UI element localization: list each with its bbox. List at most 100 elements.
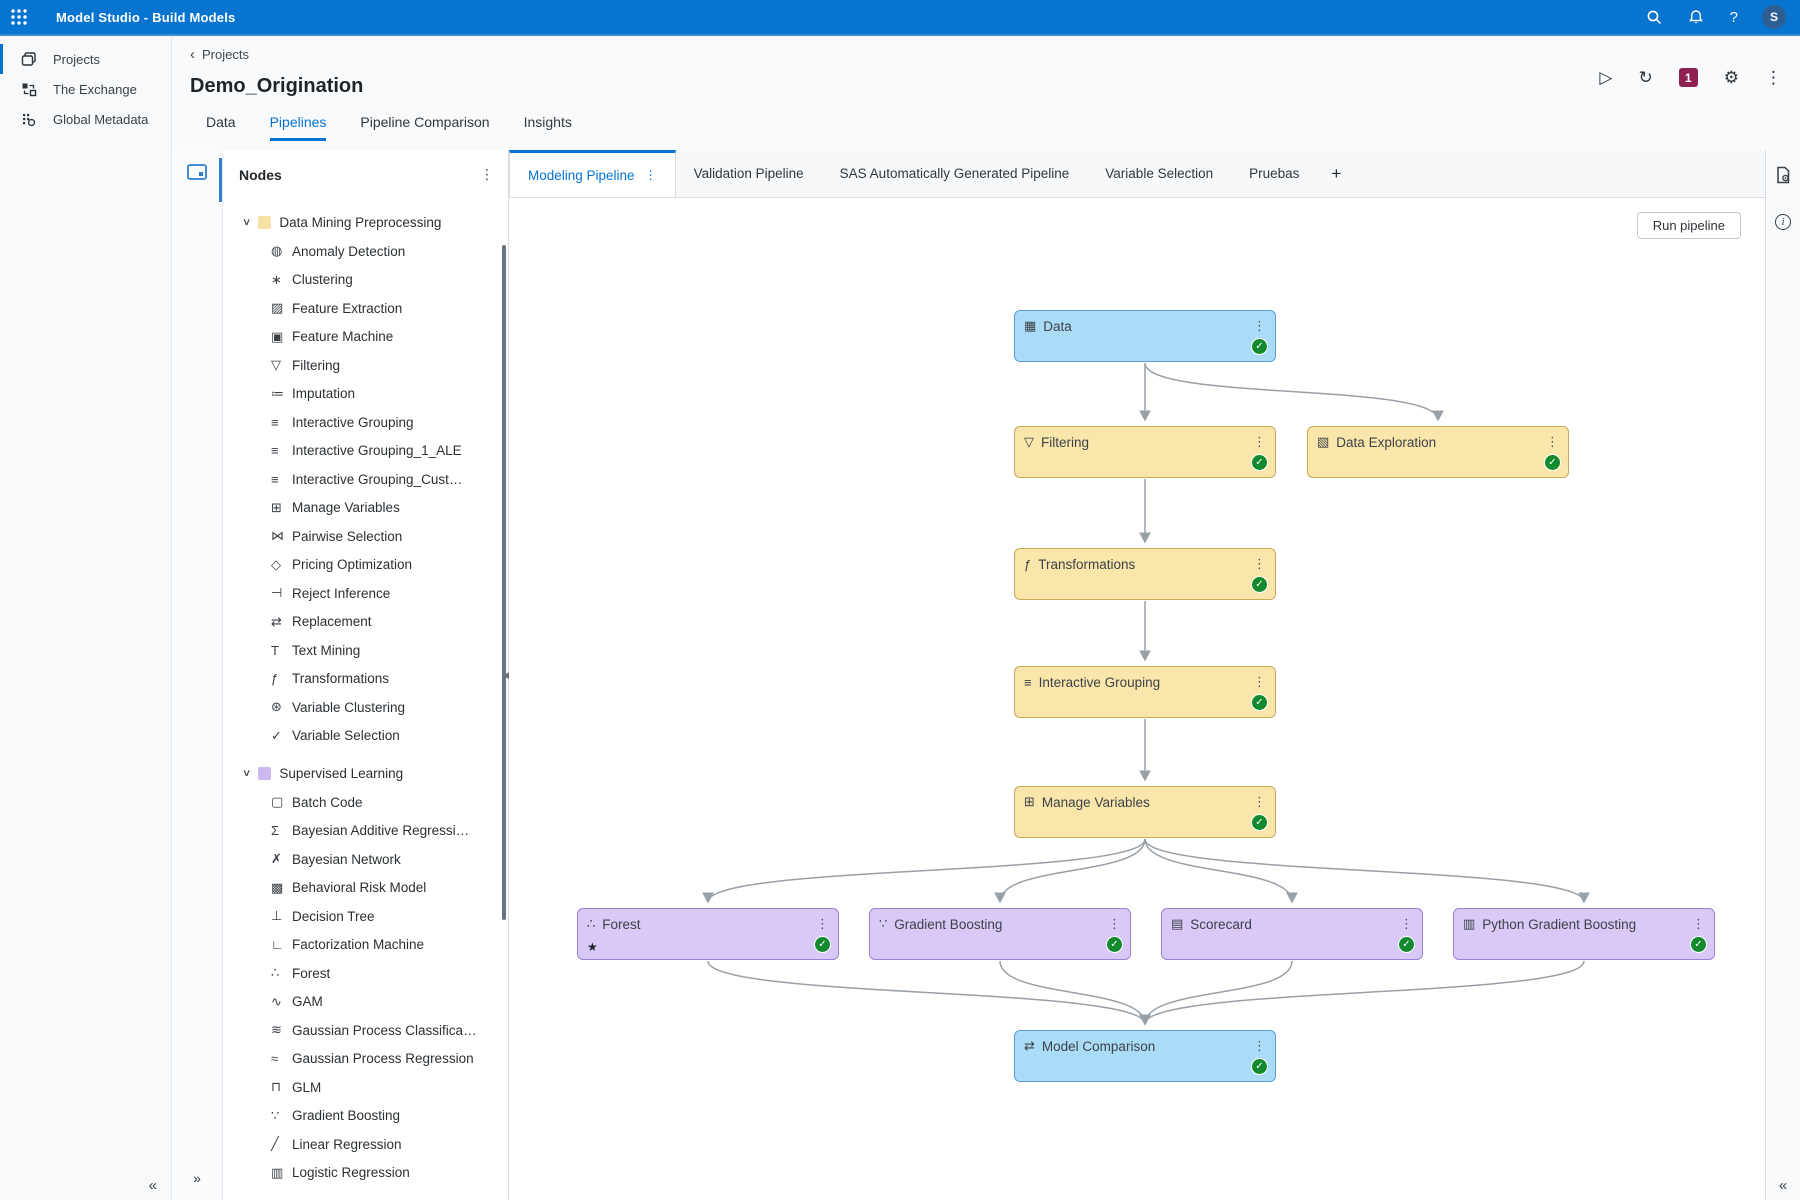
node-list-item[interactable]: ▨Feature Extraction: [243, 294, 508, 323]
tab-pipeline-comparison[interactable]: Pipeline Comparison: [360, 114, 489, 141]
node-list-item[interactable]: ✓Variable Selection: [243, 722, 508, 751]
node-kebab-icon[interactable]: ⋮: [1253, 674, 1266, 690]
pipeline-tab-pruebas[interactable]: Pruebas: [1231, 150, 1317, 197]
pipeline-tab-validation-pipeline[interactable]: Validation Pipeline: [676, 150, 822, 197]
info-icon[interactable]: i: [1775, 214, 1791, 230]
node-list-item[interactable]: ◇Pricing Optimization: [243, 551, 508, 580]
node-list-item[interactable]: ƒTransformations: [243, 665, 508, 694]
pipeline-node-forest[interactable]: ∴Forest⋮★✓: [577, 908, 839, 960]
node-kebab-icon[interactable]: ⋮: [1108, 916, 1121, 932]
pipeline-panel-icon[interactable]: [187, 164, 207, 180]
node-list-item[interactable]: ∵Gradient Boosting: [243, 1102, 508, 1131]
node-list-item[interactable]: ∿GAM: [243, 988, 508, 1017]
node-kebab-icon[interactable]: ⋮: [1253, 556, 1266, 572]
pipeline-tab-kebab-icon[interactable]: ⋮: [645, 168, 657, 182]
node-list-item[interactable]: ▽Filtering: [243, 351, 508, 380]
node-list-item[interactable]: TText Mining: [243, 636, 508, 665]
node-list-item[interactable]: ∟Factorization Machine: [243, 931, 508, 960]
pipeline-node-comparison[interactable]: ⇄Model Comparison⋮✓: [1014, 1030, 1276, 1082]
pipeline-node-pygb[interactable]: ▥Python Gradient Boosting⋮✓: [1453, 908, 1715, 960]
edge-manage-to-pygb: [1145, 839, 1584, 902]
settings-gear-icon[interactable]: ⚙: [1724, 69, 1739, 86]
run-play-icon[interactable]: ▷: [1599, 69, 1612, 86]
node-list-item[interactable]: ⊓GLM: [243, 1073, 508, 1102]
node-list-item[interactable]: ≡Interactive Grouping_Cust…: [243, 465, 508, 494]
pipeline-properties-icon[interactable]: [1774, 166, 1792, 184]
node-list-item[interactable]: ≡Interactive Grouping_1_ALE: [243, 437, 508, 466]
run-pipeline-button[interactable]: Run pipeline: [1637, 212, 1741, 239]
node-list-item[interactable]: ≔Imputation: [243, 380, 508, 409]
nodes-list-scrollbar[interactable]: [502, 245, 506, 920]
sidebar-item-global-metadata[interactable]: Global Metadata: [0, 104, 171, 134]
sidebar-item-the-exchange[interactable]: The Exchange: [0, 74, 171, 104]
left-tool-strip: »: [172, 150, 222, 1200]
node-list-item[interactable]: ⊣Reject Inference: [243, 579, 508, 608]
nodes-panel-kebab-icon[interactable]: ⋮: [480, 166, 494, 183]
header-kebab-icon[interactable]: ⋮: [1765, 69, 1782, 86]
node-list-item[interactable]: ≡Interactive Grouping: [243, 408, 508, 437]
node-list-item[interactable]: ≈Gaussian Process Regression: [243, 1045, 508, 1074]
transformations-icon: ƒ: [1024, 557, 1031, 572]
node-list-item[interactable]: ⇄Replacement: [243, 608, 508, 637]
sidebar-collapse-icon[interactable]: «: [149, 1177, 157, 1194]
pipeline-tab-sas-automatically-generated-pipeline[interactable]: SAS Automatically Generated Pipeline: [822, 150, 1088, 197]
node-list-item[interactable]: ◍Anomaly Detection: [243, 237, 508, 266]
node-list-item[interactable]: ∴Forest: [243, 959, 508, 988]
user-avatar[interactable]: S: [1762, 5, 1786, 29]
node-list-item[interactable]: ▣Feature Machine: [243, 323, 508, 352]
pipeline-tab-modeling-pipeline[interactable]: Modeling Pipeline⋮: [509, 150, 676, 197]
success-status-icon: ✓: [1251, 1058, 1268, 1075]
node-list-item[interactable]: ▥Logistic Regression: [243, 1159, 508, 1188]
tab-data[interactable]: Data: [206, 114, 236, 141]
node-list-item[interactable]: ⊛Variable Clustering: [243, 693, 508, 722]
breadcrumb[interactable]: ‹ Projects: [190, 46, 1800, 63]
pipeline-node-filtering[interactable]: ▽Filtering⋮✓: [1014, 426, 1276, 478]
right-rail-collapse-icon[interactable]: «: [1766, 1177, 1800, 1194]
node-kebab-icon[interactable]: ⋮: [1546, 434, 1559, 450]
node-list-item[interactable]: ⊞Manage Variables: [243, 494, 508, 523]
pipeline-node-gb[interactable]: ∵Gradient Boosting⋮✓: [869, 908, 1131, 960]
node-list-item[interactable]: ⋈Pairwise Selection: [243, 522, 508, 551]
pipeline-node-exploration[interactable]: ▧Data Exploration⋮✓: [1307, 426, 1569, 478]
node-list-item[interactable]: ✗Bayesian Network: [243, 845, 508, 874]
pipeline-tab-variable-selection[interactable]: Variable Selection: [1087, 150, 1231, 197]
tab-insights[interactable]: Insights: [524, 114, 572, 141]
panel-collapse-handle[interactable]: ◀: [502, 670, 509, 681]
sidebar-item-projects[interactable]: Projects: [0, 44, 171, 74]
node-list-item[interactable]: ⊥Decision Tree: [243, 902, 508, 931]
pipeline-node-data[interactable]: ▦Data⋮✓: [1014, 310, 1276, 362]
node-list-item[interactable]: ╱Linear Regression: [243, 1130, 508, 1159]
node-list-item[interactable]: ΣBayesian Additive Regressi…: [243, 817, 508, 846]
pipeline-node-scorecard[interactable]: ▤Scorecard⋮✓: [1161, 908, 1423, 960]
node-kebab-icon[interactable]: ⋮: [1400, 916, 1413, 932]
node-list-item[interactable]: ∗Clustering: [243, 266, 508, 295]
pipeline-node-manage[interactable]: ⊞Manage Variables⋮✓: [1014, 786, 1276, 838]
pipeline-node-transformations[interactable]: ƒTransformations⋮✓: [1014, 548, 1276, 600]
pipeline-canvas[interactable]: Run pipeline ▦Data⋮✓ ▽Filtering⋮✓ ▧Data Ex…: [509, 198, 1765, 1200]
help-icon[interactable]: ?: [1730, 9, 1738, 26]
node-list-item-label: Interactive Grouping_1_ALE: [292, 443, 462, 458]
tab-pipelines[interactable]: Pipelines: [270, 114, 327, 141]
node-kebab-icon[interactable]: ⋮: [1253, 318, 1266, 334]
node-list-item[interactable]: ≋Gaussian Process Classifica…: [243, 1016, 508, 1045]
search-icon[interactable]: [1646, 9, 1662, 25]
node-kebab-icon[interactable]: ⋮: [1253, 794, 1266, 810]
pipeline-node-grouping[interactable]: ≡Interactive Grouping⋮✓: [1014, 666, 1276, 718]
transformations-icon: ƒ: [271, 671, 292, 686]
strip-expand-icon[interactable]: »: [172, 1170, 222, 1186]
scorecard-icon: ▤: [1171, 916, 1183, 932]
refresh-icon[interactable]: ↻: [1639, 69, 1653, 86]
linear-regression-icon: ╱: [271, 1136, 292, 1152]
notifications-icon[interactable]: [1688, 9, 1704, 25]
notification-count-badge[interactable]: 1: [1679, 68, 1698, 87]
node-kebab-icon[interactable]: ⋮: [816, 916, 829, 932]
node-group-data-mining-preprocessing[interactable]: ∨Data Mining Preprocessing: [243, 207, 508, 237]
node-group-supervised-learning[interactable]: ∨Supervised Learning: [243, 758, 508, 788]
node-list-item[interactable]: ▩Behavioral Risk Model: [243, 874, 508, 903]
node-kebab-icon[interactable]: ⋮: [1692, 916, 1705, 932]
add-pipeline-button[interactable]: +: [1317, 150, 1355, 197]
app-grid-icon[interactable]: [10, 8, 28, 26]
node-kebab-icon[interactable]: ⋮: [1253, 1038, 1266, 1054]
node-list-item[interactable]: ▢Batch Code: [243, 788, 508, 817]
node-kebab-icon[interactable]: ⋮: [1253, 434, 1266, 450]
